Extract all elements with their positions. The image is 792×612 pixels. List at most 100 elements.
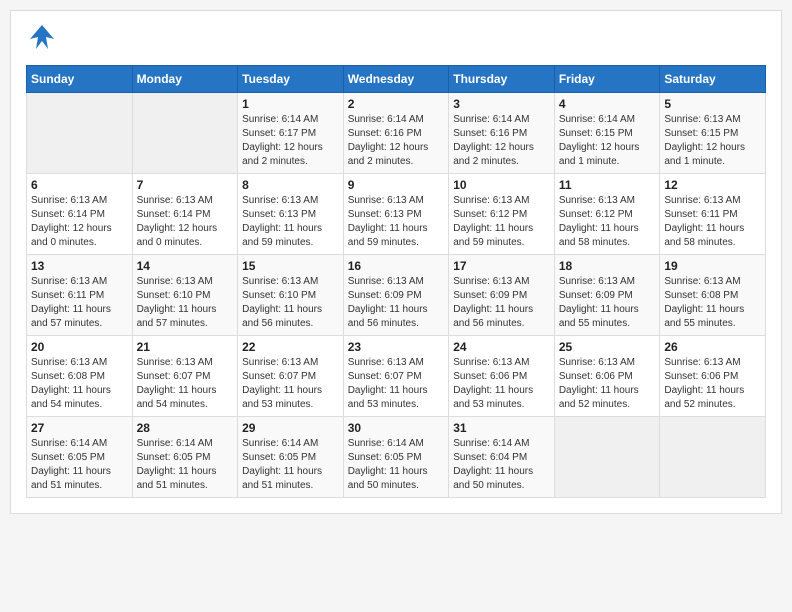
day-number: 29 [242, 421, 339, 435]
day-info: Sunrise: 6:13 AM Sunset: 6:08 PM Dayligh… [31, 356, 128, 412]
calendar-day-cell: 28Sunrise: 6:14 AM Sunset: 6:05 PM Dayli… [132, 417, 238, 498]
day-info: Sunrise: 6:13 AM Sunset: 6:13 PM Dayligh… [348, 194, 445, 250]
day-number: 8 [242, 178, 339, 192]
calendar-day-cell: 31Sunrise: 6:14 AM Sunset: 6:04 PM Dayli… [449, 417, 555, 498]
calendar-day-cell: 1 Sunrise: 6:14 AM Sunset: 6:17 PM Daylig… [238, 93, 344, 174]
day-info: Sunrise: 6:13 AM Sunset: 6:10 PM Dayligh… [242, 275, 339, 331]
day-info: Sunrise: 6:13 AM Sunset: 6:06 PM Dayligh… [664, 356, 761, 412]
day-number: 31 [453, 421, 550, 435]
day-of-week-header: Sunday [27, 66, 133, 93]
day-number: 14 [137, 259, 234, 273]
calendar-day-cell: 16 Sunrise: 6:13 AM Sunset: 6:09 PM Dayli… [343, 255, 449, 336]
calendar-day-cell: 6 Sunrise: 6:13 AM Sunset: 6:14 PM Daylig… [27, 174, 133, 255]
calendar-week-row: 27 Sunrise: 6:14 AM Sunset: 6:05 PM Dayli… [27, 417, 766, 498]
day-info: Sunrise: 6:13 AM Sunset: 6:12 PM Dayligh… [453, 194, 550, 250]
day-info: Sunrise: 6:14 AM Sunset: 6:17 PM Dayligh… [242, 113, 339, 169]
day-number: 28 [137, 421, 234, 435]
calendar-week-row: 13Sunrise: 6:13 AM Sunset: 6:11 PM Dayli… [27, 255, 766, 336]
calendar-day-cell: 12Sunrise: 6:13 AM Sunset: 6:11 PM Dayli… [660, 174, 766, 255]
day-info: Sunrise: 6:14 AM Sunset: 6:05 PM Dayligh… [348, 437, 445, 493]
day-info: Sunrise: 6:13 AM Sunset: 6:07 PM Dayligh… [242, 356, 339, 412]
day-info: Sunrise: 6:13 AM Sunset: 6:07 PM Dayligh… [348, 356, 445, 412]
day-number: 17 [453, 259, 550, 273]
day-of-week-header: Monday [132, 66, 238, 93]
day-of-week-header: Friday [554, 66, 660, 93]
day-number: 15 [242, 259, 339, 273]
day-number: 26 [664, 340, 761, 354]
day-number: 24 [453, 340, 550, 354]
calendar-day-cell: 21 Sunrise: 6:13 AM Sunset: 6:07 PM Dayli… [132, 336, 238, 417]
day-number: 6 [31, 178, 128, 192]
day-info: Sunrise: 6:13 AM Sunset: 6:11 PM Dayligh… [664, 194, 761, 250]
calendar-day-cell: 15 Sunrise: 6:13 AM Sunset: 6:10 PM Dayli… [238, 255, 344, 336]
calendar-container: SundayMondayTuesdayWednesdayThursdayFrid… [10, 10, 782, 514]
day-number: 11 [559, 178, 656, 192]
day-number: 3 [453, 97, 550, 111]
day-info: Sunrise: 6:13 AM Sunset: 6:10 PM Dayligh… [137, 275, 234, 331]
calendar-day-cell: 26 Sunrise: 6:13 AM Sunset: 6:06 PM Dayli… [660, 336, 766, 417]
day-number: 10 [453, 178, 550, 192]
calendar-day-cell [132, 93, 238, 174]
day-of-week-header: Saturday [660, 66, 766, 93]
day-number: 16 [348, 259, 445, 273]
day-number: 27 [31, 421, 128, 435]
day-number: 18 [559, 259, 656, 273]
day-info: Sunrise: 6:13 AM Sunset: 6:06 PM Dayligh… [453, 356, 550, 412]
calendar-day-cell: 29 Sunrise: 6:14 AM Sunset: 6:05 PM Dayli… [238, 417, 344, 498]
day-info: Sunrise: 6:14 AM Sunset: 6:16 PM Dayligh… [453, 113, 550, 169]
logo-bird-icon [26, 21, 58, 57]
calendar-day-cell: 20Sunrise: 6:13 AM Sunset: 6:08 PM Dayli… [27, 336, 133, 417]
calendar-day-cell: 27 Sunrise: 6:14 AM Sunset: 6:05 PM Dayli… [27, 417, 133, 498]
day-info: Sunrise: 6:13 AM Sunset: 6:07 PM Dayligh… [137, 356, 234, 412]
calendar-week-row: 1 Sunrise: 6:14 AM Sunset: 6:17 PM Daylig… [27, 93, 766, 174]
day-number: 2 [348, 97, 445, 111]
day-info: Sunrise: 6:13 AM Sunset: 6:09 PM Dayligh… [559, 275, 656, 331]
calendar-day-cell: 2Sunrise: 6:14 AM Sunset: 6:16 PM Daylig… [343, 93, 449, 174]
calendar-day-cell: 3 Sunrise: 6:14 AM Sunset: 6:16 PM Daylig… [449, 93, 555, 174]
day-number: 23 [348, 340, 445, 354]
day-number: 5 [664, 97, 761, 111]
day-info: Sunrise: 6:13 AM Sunset: 6:14 PM Dayligh… [137, 194, 234, 250]
calendar-day-cell: 11Sunrise: 6:13 AM Sunset: 6:12 PM Dayli… [554, 174, 660, 255]
day-of-week-header: Thursday [449, 66, 555, 93]
day-number: 4 [559, 97, 656, 111]
calendar-day-cell: 17 Sunrise: 6:13 AM Sunset: 6:09 PM Dayli… [449, 255, 555, 336]
day-info: Sunrise: 6:13 AM Sunset: 6:09 PM Dayligh… [348, 275, 445, 331]
calendar-day-cell: 24 Sunrise: 6:13 AM Sunset: 6:06 PM Dayli… [449, 336, 555, 417]
calendar-week-row: 6 Sunrise: 6:13 AM Sunset: 6:14 PM Daylig… [27, 174, 766, 255]
calendar-day-cell [554, 417, 660, 498]
calendar-day-cell: 9 Sunrise: 6:13 AM Sunset: 6:13 PM Daylig… [343, 174, 449, 255]
day-info: Sunrise: 6:13 AM Sunset: 6:09 PM Dayligh… [453, 275, 550, 331]
day-of-week-header: Tuesday [238, 66, 344, 93]
day-number: 25 [559, 340, 656, 354]
header [26, 21, 766, 57]
calendar-day-cell: 19 Sunrise: 6:13 AM Sunset: 6:08 PM Dayli… [660, 255, 766, 336]
day-number: 30 [348, 421, 445, 435]
calendar-day-cell: 10 Sunrise: 6:13 AM Sunset: 6:12 PM Dayli… [449, 174, 555, 255]
day-number: 19 [664, 259, 761, 273]
day-info: Sunrise: 6:14 AM Sunset: 6:05 PM Dayligh… [31, 437, 128, 493]
calendar-day-cell: 13Sunrise: 6:13 AM Sunset: 6:11 PM Dayli… [27, 255, 133, 336]
day-info: Sunrise: 6:13 AM Sunset: 6:08 PM Dayligh… [664, 275, 761, 331]
day-number: 1 [242, 97, 339, 111]
calendar-week-row: 20Sunrise: 6:13 AM Sunset: 6:08 PM Dayli… [27, 336, 766, 417]
day-info: Sunrise: 6:14 AM Sunset: 6:05 PM Dayligh… [242, 437, 339, 493]
day-info: Sunrise: 6:14 AM Sunset: 6:15 PM Dayligh… [559, 113, 656, 169]
calendar-header: SundayMondayTuesdayWednesdayThursdayFrid… [27, 66, 766, 93]
calendar-day-cell: 18 Sunrise: 6:13 AM Sunset: 6:09 PM Dayli… [554, 255, 660, 336]
day-number: 22 [242, 340, 339, 354]
calendar-day-cell: 5 Sunrise: 6:13 AM Sunset: 6:15 PM Daylig… [660, 93, 766, 174]
day-info: Sunrise: 6:13 AM Sunset: 6:13 PM Dayligh… [242, 194, 339, 250]
calendar-table: SundayMondayTuesdayWednesdayThursdayFrid… [26, 65, 766, 498]
calendar-day-cell: 22 Sunrise: 6:13 AM Sunset: 6:07 PM Dayli… [238, 336, 344, 417]
day-number: 21 [137, 340, 234, 354]
day-number: 9 [348, 178, 445, 192]
calendar-day-cell: 23 Sunrise: 6:13 AM Sunset: 6:07 PM Dayli… [343, 336, 449, 417]
day-number: 13 [31, 259, 128, 273]
calendar-day-cell: 8 Sunrise: 6:13 AM Sunset: 6:13 PM Daylig… [238, 174, 344, 255]
days-of-week-row: SundayMondayTuesdayWednesdayThursdayFrid… [27, 66, 766, 93]
calendar-day-cell [27, 93, 133, 174]
day-info: Sunrise: 6:13 AM Sunset: 6:15 PM Dayligh… [664, 113, 761, 169]
calendar-day-cell: 14 Sunrise: 6:13 AM Sunset: 6:10 PM Dayli… [132, 255, 238, 336]
day-info: Sunrise: 6:13 AM Sunset: 6:14 PM Dayligh… [31, 194, 128, 250]
